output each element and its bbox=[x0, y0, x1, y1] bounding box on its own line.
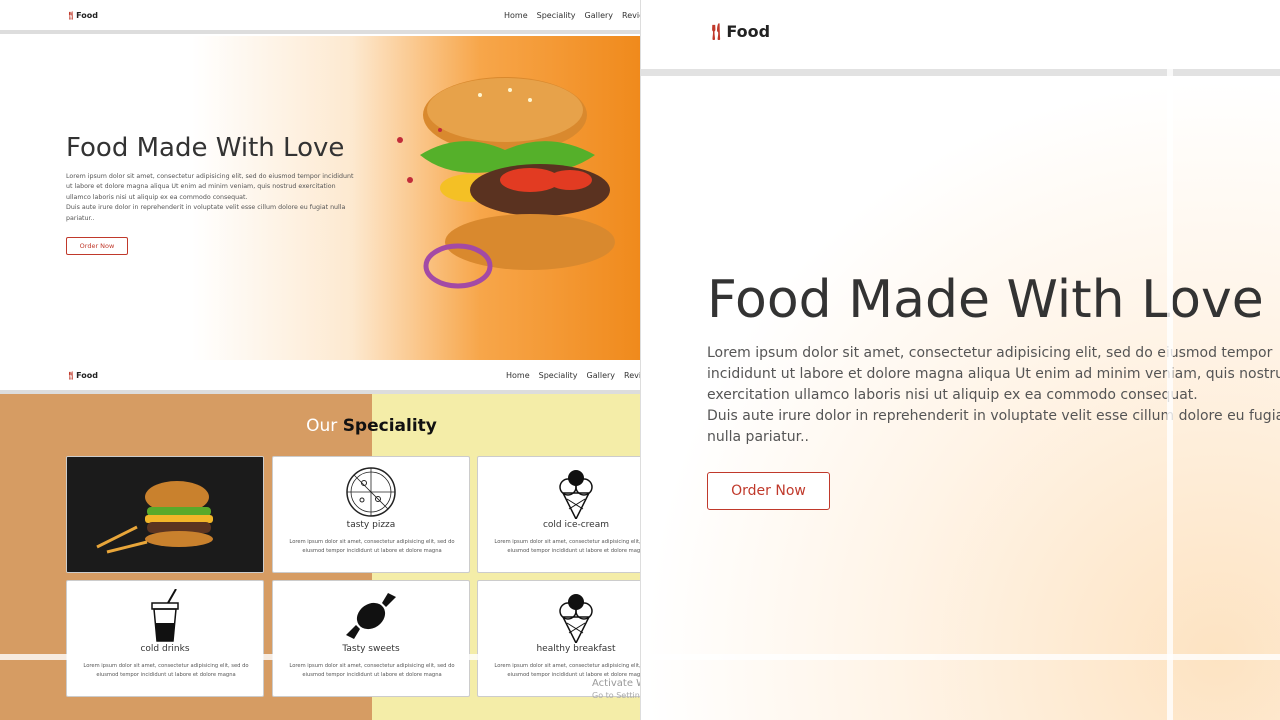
speciality-card-drinks[interactable]: cold drinks Lorem ipsum dolor sit amet, … bbox=[66, 580, 264, 697]
card-name: cold ice-cream bbox=[542, 520, 610, 530]
nav-links: Home Speciality Gallery Review bbox=[506, 371, 640, 380]
nav-link-speciality[interactable]: Speciality bbox=[537, 11, 576, 20]
speciality-title: Our Speciality bbox=[0, 416, 640, 436]
logo[interactable]: 🍴︎ Food bbox=[706, 22, 770, 41]
logo-text: Food bbox=[76, 371, 99, 380]
nav-links: Home Speciality Gallery Review bbox=[504, 11, 640, 20]
divider-line bbox=[0, 654, 640, 660]
speciality-card-sweets[interactable]: Tasty sweets Lorem ipsum dolor sit amet,… bbox=[272, 580, 470, 697]
card-name: Tasty sweets bbox=[342, 644, 400, 654]
hero-title: Food Made With Love bbox=[707, 270, 1264, 330]
divider-line bbox=[1167, 0, 1173, 720]
nav-link-gallery[interactable]: Gallery bbox=[587, 371, 616, 380]
fork-knife-icon: 🍴︎ bbox=[66, 371, 77, 380]
navbar: 🍴︎ Food bbox=[641, 0, 1280, 76]
burger-photo bbox=[67, 457, 263, 572]
order-now-button[interactable]: Order Now bbox=[66, 237, 128, 255]
speciality-page-preview: 🍴︎ Food Home Speciality Gallery Review O… bbox=[0, 360, 640, 720]
hero-zoomed-view: 🍴︎ Food Food Made With Love Lorem ipsum … bbox=[640, 0, 1280, 720]
card-description: Lorem ipsum dolor sit amet, consectetur … bbox=[83, 663, 249, 678]
speciality-card-ice-cream[interactable]: cold ice-cream Lorem ipsum dolor sit ame… bbox=[477, 456, 640, 573]
ice-cream-icon bbox=[559, 594, 593, 643]
card-name: tasty pizza bbox=[346, 520, 396, 530]
logo-text: Food bbox=[76, 11, 99, 20]
logo[interactable]: 🍴︎ Food bbox=[66, 371, 98, 380]
speciality-title-part1: Our bbox=[306, 416, 338, 436]
hero-page-preview: 🍴︎ Food Home Speciality Gallery Review F… bbox=[0, 0, 640, 360]
hero-paragraph-1: Lorem ipsum dolor sit amet, consectetur … bbox=[707, 345, 1280, 403]
nav-link-speciality[interactable]: Speciality bbox=[539, 371, 578, 380]
nav-link-review[interactable]: Review bbox=[624, 371, 640, 380]
logo[interactable]: 🍴︎ Food bbox=[66, 11, 98, 20]
card-description: Lorem ipsum dolor sit amet, consectetur … bbox=[289, 663, 455, 678]
ice-cream-icon bbox=[559, 470, 593, 519]
speciality-title-part2: Speciality bbox=[342, 416, 437, 436]
pizza-icon bbox=[346, 467, 396, 517]
hero-paragraph-2: Duis aute irure dolor in reprehenderit i… bbox=[707, 408, 1280, 445]
speciality-card-burger-photo[interactable] bbox=[66, 456, 264, 573]
order-now-button[interactable]: Order Now bbox=[707, 472, 830, 510]
fork-knife-icon: 🍴︎ bbox=[66, 11, 77, 20]
card-description: Lorem ipsum dolor sit amet, consectetur … bbox=[289, 539, 455, 554]
card-description: Lorem ipsum dolor sit amet, consectetur … bbox=[494, 539, 640, 554]
hero-paragraph-1: Lorem ipsum dolor sit amet, consectetur … bbox=[66, 173, 354, 201]
hero-text: Lorem ipsum dolor sit amet, consectetur … bbox=[66, 172, 361, 224]
card-name: healthy breakfast bbox=[536, 644, 616, 654]
speciality-card-pizza[interactable]: tasty pizza Lorem ipsum dolor sit amet, … bbox=[272, 456, 470, 573]
activation-watermark: Activate W bbox=[592, 678, 640, 689]
candy-icon bbox=[346, 593, 396, 639]
drink-cup-icon bbox=[151, 589, 179, 642]
logo-text: Food bbox=[726, 22, 771, 41]
burger-image bbox=[397, 77, 615, 289]
nav-link-gallery[interactable]: Gallery bbox=[585, 11, 614, 20]
fork-knife-icon: 🍴︎ bbox=[706, 22, 727, 41]
hero-text: Lorem ipsum dolor sit amet, consectetur … bbox=[707, 343, 1280, 448]
navbar: 🍴︎ Food Home Speciality Gallery Review bbox=[0, 0, 640, 34]
divider-line bbox=[641, 654, 1280, 660]
activation-watermark-sub: Go to Settin bbox=[592, 691, 640, 700]
navbar: 🍴︎ Food Home Speciality Gallery Review bbox=[0, 360, 640, 394]
hero-title: Food Made With Love bbox=[66, 133, 345, 163]
nav-link-home[interactable]: Home bbox=[504, 11, 528, 20]
nav-link-review[interactable]: Review bbox=[622, 11, 640, 20]
hero-paragraph-2: Duis aute irure dolor in reprehenderit i… bbox=[66, 204, 346, 222]
card-name: cold drinks bbox=[140, 644, 190, 654]
nav-link-home[interactable]: Home bbox=[506, 371, 530, 380]
